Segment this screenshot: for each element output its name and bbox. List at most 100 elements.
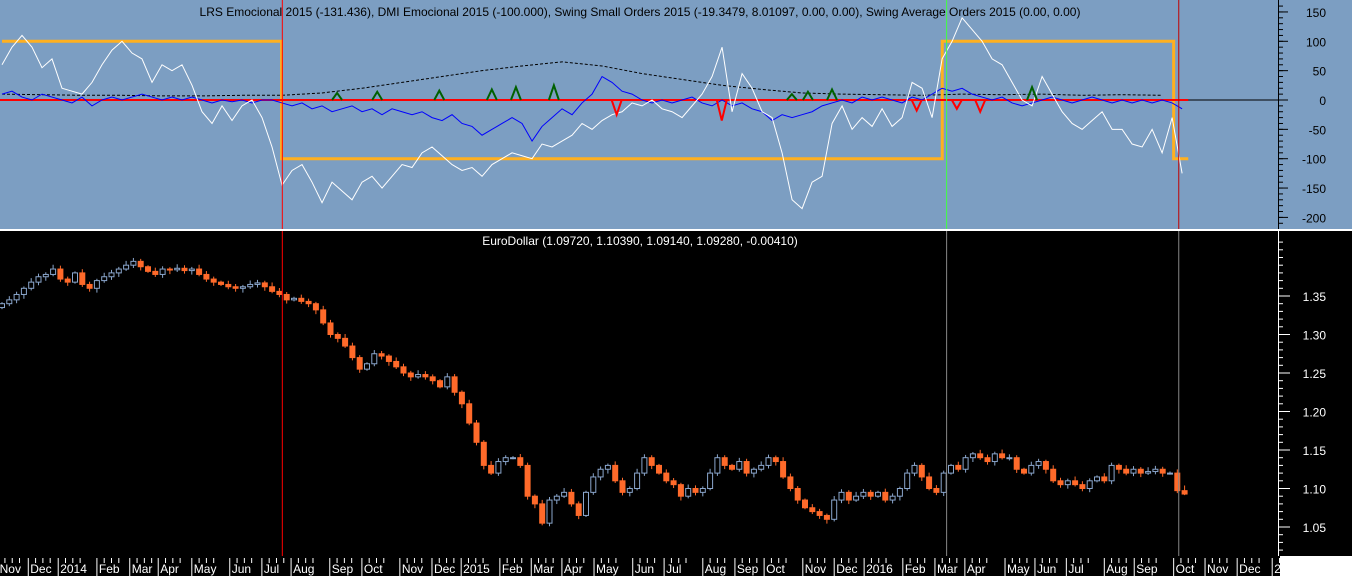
time-axis[interactable]: Nov Dec 2014 Feb Mar Apr May Jun Jul Aug Sep Oct Nov… [0, 558, 1295, 576]
candle-body [400, 366, 407, 374]
candle-body [736, 461, 743, 470]
candle-body [648, 457, 655, 466]
time-label: Nov [402, 562, 423, 576]
candle-body [911, 464, 918, 474]
candle [327, 319, 334, 338]
candle-body [1086, 480, 1093, 489]
candle-body [845, 491, 852, 501]
candle-body [1167, 472, 1173, 475]
candle-body [137, 260, 144, 268]
trading-chart[interactable]: Nov Dec 2014 Feb Mar Apr May Jun Jul Aug Sep Oct Nov… [0, 0, 1352, 576]
time-label: May [194, 562, 217, 576]
candle-body [1130, 468, 1137, 474]
candle-body [1115, 464, 1122, 470]
candle-body [743, 461, 750, 474]
candle-body [787, 476, 794, 490]
candle-body [276, 290, 283, 295]
time-label: Aug [705, 562, 726, 576]
candle-body [685, 488, 692, 497]
candle-body [583, 491, 589, 516]
candle-body [239, 286, 246, 289]
candle-body [1094, 476, 1100, 482]
candle-body [174, 267, 181, 271]
candle-body [188, 268, 195, 272]
candle-body [1159, 468, 1166, 474]
candle-body [269, 286, 276, 292]
time-label: Dec [434, 562, 455, 576]
price-y-tick-label: 1.15 [1303, 444, 1327, 458]
candle-body [619, 480, 626, 493]
candle-body [1064, 480, 1071, 486]
candle-body [1152, 468, 1159, 473]
candle-body [334, 334, 341, 339]
time-label: Feb [502, 562, 523, 576]
candle-body [729, 464, 735, 470]
candle-body [1028, 464, 1035, 474]
candle [714, 454, 721, 476]
candle-body [831, 499, 838, 520]
candle [948, 463, 954, 475]
candle [940, 470, 947, 497]
candle-body [1145, 471, 1152, 474]
candle-body [50, 268, 57, 275]
price-y-tick-label: 1.25 [1303, 367, 1327, 381]
panel-divider[interactable] [0, 229, 1352, 231]
candle-body [882, 491, 889, 501]
candle-body [663, 472, 670, 482]
candle-body [1050, 468, 1057, 482]
time-label: Dec [30, 562, 51, 576]
candle [1108, 462, 1115, 485]
y-tick-label: 100 [1306, 35, 1326, 49]
candle-body [977, 453, 984, 459]
price-y-tick-label: 1.10 [1303, 483, 1327, 497]
time-label: Oct [1176, 562, 1195, 576]
time-label: Nov [805, 562, 826, 576]
y-tick-label: -200 [1302, 211, 1326, 225]
time-label: Apr [564, 562, 583, 576]
candle-body [254, 282, 261, 285]
candle [802, 498, 808, 510]
candle-body [677, 484, 684, 497]
y-tick-label: 50 [1313, 65, 1327, 79]
candle-body [429, 376, 436, 382]
time-label: 2014 [60, 562, 87, 576]
candle [145, 265, 151, 273]
candle-body [225, 283, 232, 288]
candle-body [758, 464, 765, 470]
candle-body [590, 476, 597, 493]
candle-body [867, 491, 874, 497]
candle-body [1013, 457, 1020, 470]
candle-body [42, 273, 49, 278]
candle [72, 271, 78, 284]
indicator-title: LRS Emocional 2015 (-131.436), DMI Emoci… [200, 5, 1081, 19]
candle [480, 440, 487, 470]
candle-body [356, 357, 363, 370]
candle-body [670, 480, 677, 486]
time-label: Jun [1037, 562, 1056, 576]
candle-body [875, 491, 881, 497]
candle-body [780, 461, 787, 478]
candle-body [385, 355, 392, 362]
candle-body [991, 453, 998, 463]
candle-body [553, 495, 560, 501]
candle [590, 473, 597, 495]
candle-body [1057, 480, 1064, 486]
candle-body [816, 511, 823, 516]
candle-body [93, 280, 100, 289]
candle-body [918, 464, 925, 478]
price-y-tick-label: 1.20 [1303, 406, 1327, 420]
candle-body [145, 266, 151, 272]
candle-body [809, 507, 816, 513]
candle-body [108, 272, 115, 278]
candle-body [451, 376, 458, 393]
price-title: EuroDollar (1.09720, 1.10390, 1.09140, 1… [482, 234, 798, 248]
candle-body [1042, 461, 1049, 470]
time-label: Dec [1239, 562, 1260, 576]
candle-body [904, 472, 911, 490]
time-label: Aug [1106, 562, 1127, 576]
candle-body [305, 300, 312, 305]
candle-body [298, 297, 305, 302]
candle-body [20, 287, 27, 295]
price-y-tick-label: 1.30 [1303, 329, 1327, 343]
candle-body [261, 282, 268, 288]
